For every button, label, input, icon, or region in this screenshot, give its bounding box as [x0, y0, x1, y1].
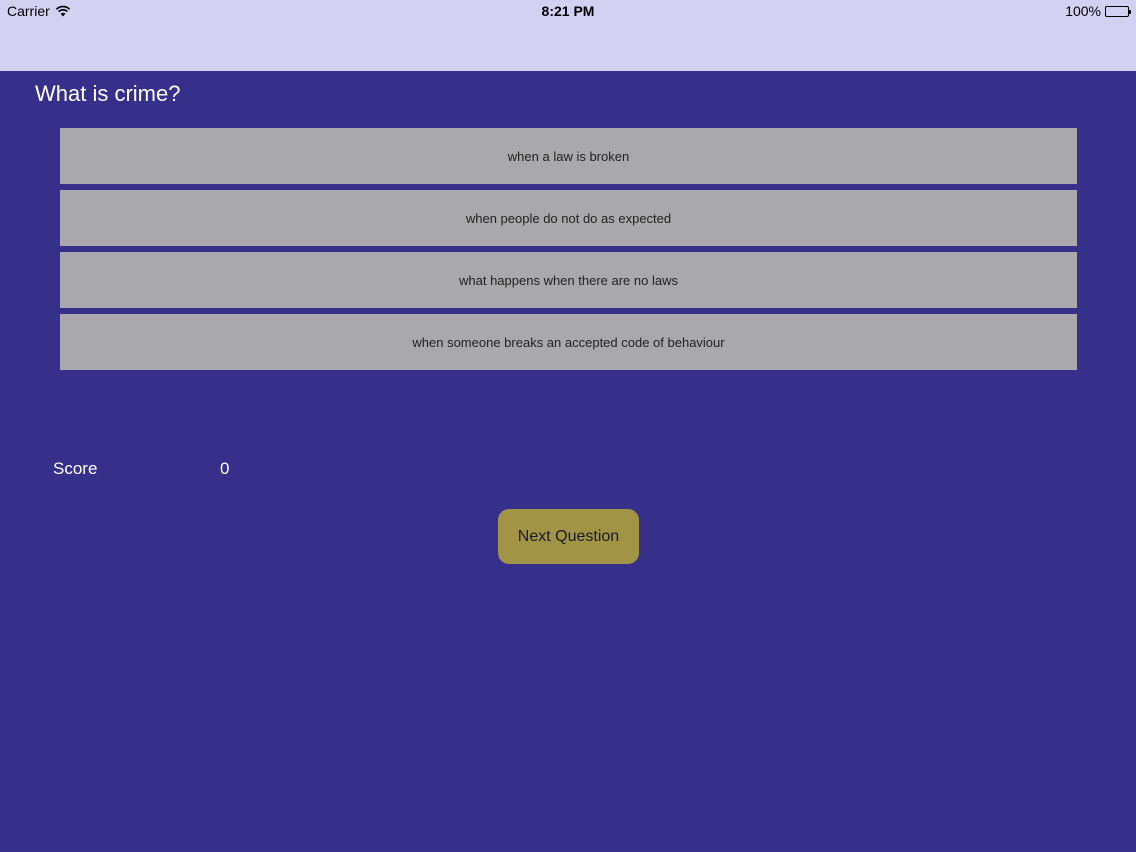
battery-percent: 100% [1065, 3, 1101, 19]
answer-button-4[interactable]: when someone breaks an accepted code of … [60, 314, 1077, 370]
quiz-screen: Carrier 8:21 PM 100% What is crime? when… [0, 0, 1136, 852]
answer-button-2[interactable]: when people do not do as expected [60, 190, 1077, 246]
next-question-button[interactable]: Next Question [498, 509, 639, 564]
question-text: What is crime? [35, 81, 181, 106]
battery-icon [1105, 5, 1131, 17]
status-bar: Carrier 8:21 PM 100% [0, 0, 1136, 71]
answer-button-1[interactable]: when a law is broken [60, 128, 1077, 184]
battery-indicator: 100% [1065, 3, 1131, 19]
score-label: Score [53, 459, 98, 478]
clock: 8:21 PM [541, 3, 595, 19]
score-value: 0 [220, 459, 230, 478]
answer-button-3[interactable]: what happens when there are no laws [60, 252, 1077, 308]
